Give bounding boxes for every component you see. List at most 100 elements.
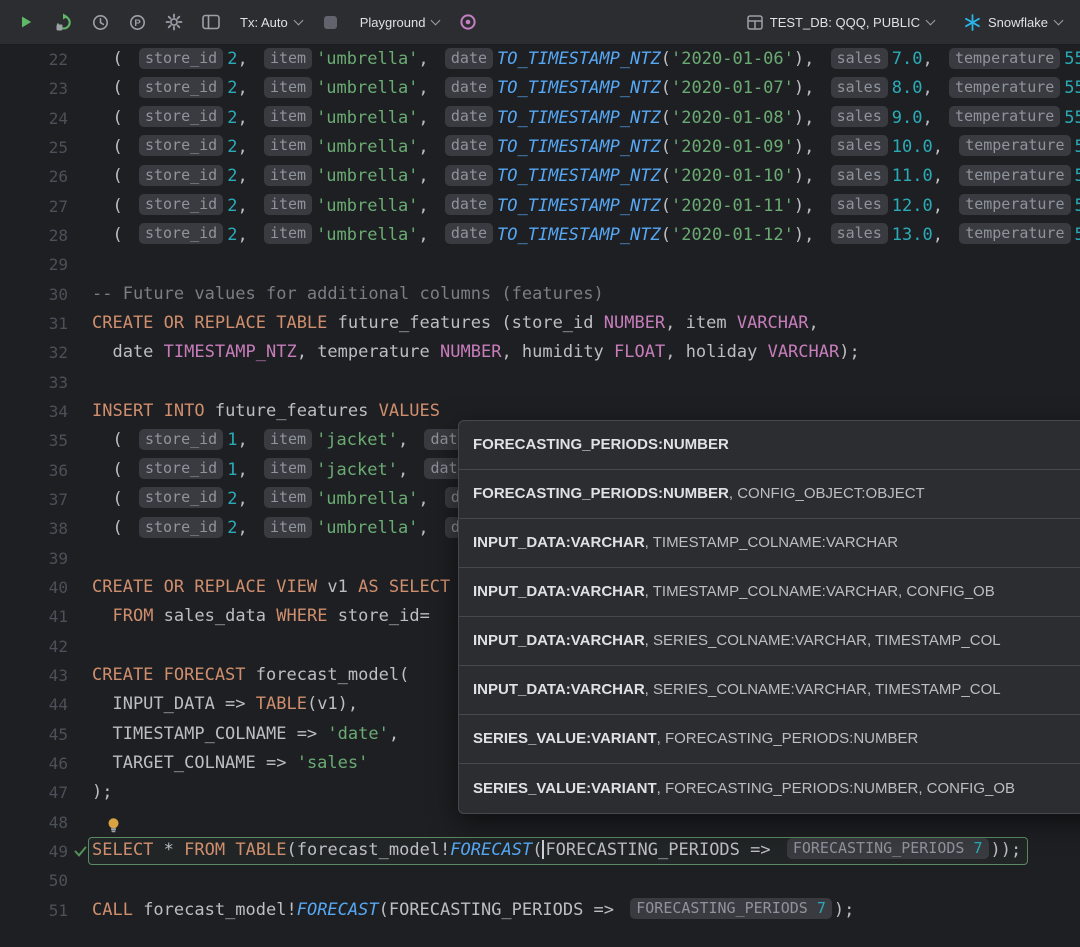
signature-overload-row[interactable]: INPUT_DATA:VARCHAR, TIMESTAMP_COLNAME:VA…	[459, 519, 1080, 568]
code-text[interactable]: ( store_id2, item'umbrella', dateTO_TIME…	[92, 74, 1080, 103]
line-number: 47	[0, 778, 72, 807]
signature-overload-row[interactable]: INPUT_DATA:VARCHAR, SERIES_COLNAME:VARCH…	[459, 617, 1080, 666]
gutter[interactable]: 34	[0, 397, 92, 426]
code-text[interactable]: CREATE OR REPLACE TABLE future_features …	[92, 309, 1080, 338]
code-text[interactable]: ( store_id2, item'umbrella', dateTO_TIME…	[92, 104, 1080, 133]
code-text[interactable]: date TIMESTAMP_NTZ, temperature NUMBER, …	[92, 338, 1080, 367]
code-line-28[interactable]: 28 ( store_id2, item'umbrella', dateTO_T…	[0, 221, 1080, 250]
gutter[interactable]: 51	[0, 896, 92, 925]
signature-overload-row[interactable]: SERIES_VALUE:VARIANT, FORECASTING_PERIOD…	[459, 715, 1080, 764]
gutter[interactable]: 24	[0, 104, 92, 133]
parameter-hint-chip: item	[264, 106, 312, 127]
gutter[interactable]: 40	[0, 573, 92, 602]
gutter[interactable]: 31	[0, 309, 92, 338]
code-token: ,	[237, 225, 257, 245]
code-text[interactable]: ( store_id2, item'umbrella', dateTO_TIME…	[92, 192, 1080, 221]
profiler-button[interactable]: P	[125, 10, 149, 34]
tx-mode-dropdown[interactable]: Tx: Auto	[236, 12, 306, 33]
code-token: '2020-01-08'	[671, 108, 794, 128]
gutter[interactable]: 42	[0, 632, 92, 661]
code-line-23[interactable]: 23 ( store_id2, item'umbrella', dateTO_T…	[0, 74, 1080, 103]
gutter[interactable]: 25	[0, 133, 92, 162]
gutter[interactable]: 30	[0, 280, 92, 309]
gutter[interactable]: 28	[0, 221, 92, 250]
gutter[interactable]: 29	[0, 250, 92, 279]
gutter[interactable]: 32	[0, 338, 92, 367]
code-line-25[interactable]: 25 ( store_id2, item'umbrella', dateTO_T…	[0, 133, 1080, 162]
gutter[interactable]: 50	[0, 866, 92, 895]
layout-panels-button[interactable]	[199, 10, 223, 34]
signature-overload-row[interactable]: INPUT_DATA:VARCHAR, SERIES_COLNAME:VARCH…	[459, 666, 1080, 715]
gutter[interactable]: 43	[0, 661, 92, 690]
code-line-32[interactable]: 32 date TIMESTAMP_NTZ, temperature NUMBE…	[0, 338, 1080, 367]
parameter-hint-chip: item	[264, 135, 312, 156]
gutter[interactable]: 35	[0, 426, 92, 455]
code-line-50[interactable]: 50	[0, 866, 1080, 895]
playground-dropdown[interactable]: Playground	[356, 12, 444, 33]
signature-overload-row[interactable]: FORECASTING_PERIODS:NUMBER, CONFIG_OBJEC…	[459, 470, 1080, 519]
code-text[interactable]	[92, 866, 1080, 895]
code-text[interactable]	[92, 368, 1080, 397]
run-button[interactable]	[14, 10, 38, 34]
code-text[interactable]: -- Future values for additional columns …	[92, 280, 1080, 309]
code-token: ,	[398, 430, 418, 450]
code-line-31[interactable]: 31CREATE OR REPLACE TABLE future_feature…	[0, 309, 1080, 338]
code-line-22[interactable]: 22 ( store_id2, item'umbrella', dateTO_T…	[0, 45, 1080, 74]
gutter-icon-slot	[72, 280, 92, 309]
code-line-33[interactable]: 33	[0, 368, 1080, 397]
code-line-30[interactable]: 30-- Future values for additional column…	[0, 280, 1080, 309]
code-text[interactable]: CALL forecast_model!FORECAST(FORECASTING…	[92, 896, 1080, 925]
signature-overload-row[interactable]: FORECASTING_PERIODS:NUMBER	[459, 421, 1080, 470]
gutter[interactable]: 38	[0, 514, 92, 543]
code-text[interactable]: SELECT * FROM TABLE(forecast_model!FOREC…	[92, 837, 1080, 866]
code-token: , holiday	[665, 342, 767, 362]
code-token: INPUT_DATA =>	[92, 694, 256, 714]
gutter[interactable]: 49	[0, 837, 92, 866]
gutter[interactable]: 26	[0, 162, 92, 191]
session-swirl-button[interactable]	[456, 10, 480, 34]
gutter[interactable]: 36	[0, 456, 92, 485]
code-line-29[interactable]: 29	[0, 250, 1080, 279]
code-token: (	[661, 78, 671, 98]
code-text[interactable]: ( store_id2, item'umbrella', dateTO_TIME…	[92, 162, 1080, 191]
code-text[interactable]: ( store_id2, item'umbrella', dateTO_TIME…	[92, 221, 1080, 250]
code-text[interactable]: ( store_id2, item'umbrella', dateTO_TIME…	[92, 133, 1080, 162]
run-attach-console-button[interactable]	[51, 10, 75, 34]
code-token: 'jacket'	[316, 460, 398, 480]
stop-button[interactable]	[319, 10, 343, 34]
gear-icon	[165, 13, 183, 31]
code-token: ,	[922, 49, 942, 69]
gutter[interactable]: 23	[0, 74, 92, 103]
gutter[interactable]: 39	[0, 544, 92, 573]
gutter[interactable]: 48	[0, 808, 92, 837]
code-line-27[interactable]: 27 ( store_id2, item'umbrella', dateTO_T…	[0, 192, 1080, 221]
code-text[interactable]: ( store_id2, item'umbrella', dateTO_TIME…	[92, 45, 1080, 74]
gutter[interactable]: 45	[0, 720, 92, 749]
parameter-hint-chip: store_id	[139, 48, 223, 69]
gutter[interactable]: 33	[0, 368, 92, 397]
code-line-26[interactable]: 26 ( store_id2, item'umbrella', dateTO_T…	[0, 162, 1080, 191]
line-number: 29	[0, 250, 72, 279]
sql-editor[interactable]: 22 ( store_id2, item'umbrella', dateTO_T…	[0, 45, 1080, 947]
gutter[interactable]: 27	[0, 192, 92, 221]
engine-dropdown[interactable]: Snowflake	[960, 11, 1066, 34]
gutter[interactable]: 37	[0, 485, 92, 514]
gutter[interactable]: 22	[0, 45, 92, 74]
code-line-51[interactable]: 51CALL forecast_model!FORECAST(FORECASTI…	[0, 896, 1080, 925]
executed-statement-highlight: SELECT * FROM TABLE(forecast_model!FOREC…	[88, 837, 1028, 865]
signature-overload-row[interactable]: INPUT_DATA:VARCHAR, TIMESTAMP_COLNAME:VA…	[459, 568, 1080, 617]
database-context-dropdown[interactable]: TEST_DB: QQQ, PUBLIC	[743, 12, 938, 33]
code-line-24[interactable]: 24 ( store_id2, item'umbrella', dateTO_T…	[0, 104, 1080, 133]
settings-button[interactable]	[162, 10, 186, 34]
code-token: (	[92, 225, 133, 245]
line-number: 32	[0, 338, 72, 367]
signature-overload-row[interactable]: SERIES_VALUE:VARIANT, FORECASTING_PERIOD…	[459, 764, 1080, 813]
code-line-49[interactable]: 49SELECT * FROM TABLE(forecast_model!FOR…	[0, 837, 1080, 866]
gutter[interactable]: 47	[0, 778, 92, 807]
gutter[interactable]: 44	[0, 690, 92, 719]
gutter[interactable]: 41	[0, 602, 92, 631]
history-button[interactable]	[88, 10, 112, 34]
parameter-hint-chip: store_id	[139, 429, 223, 450]
code-text[interactable]	[92, 250, 1080, 279]
gutter[interactable]: 46	[0, 749, 92, 778]
